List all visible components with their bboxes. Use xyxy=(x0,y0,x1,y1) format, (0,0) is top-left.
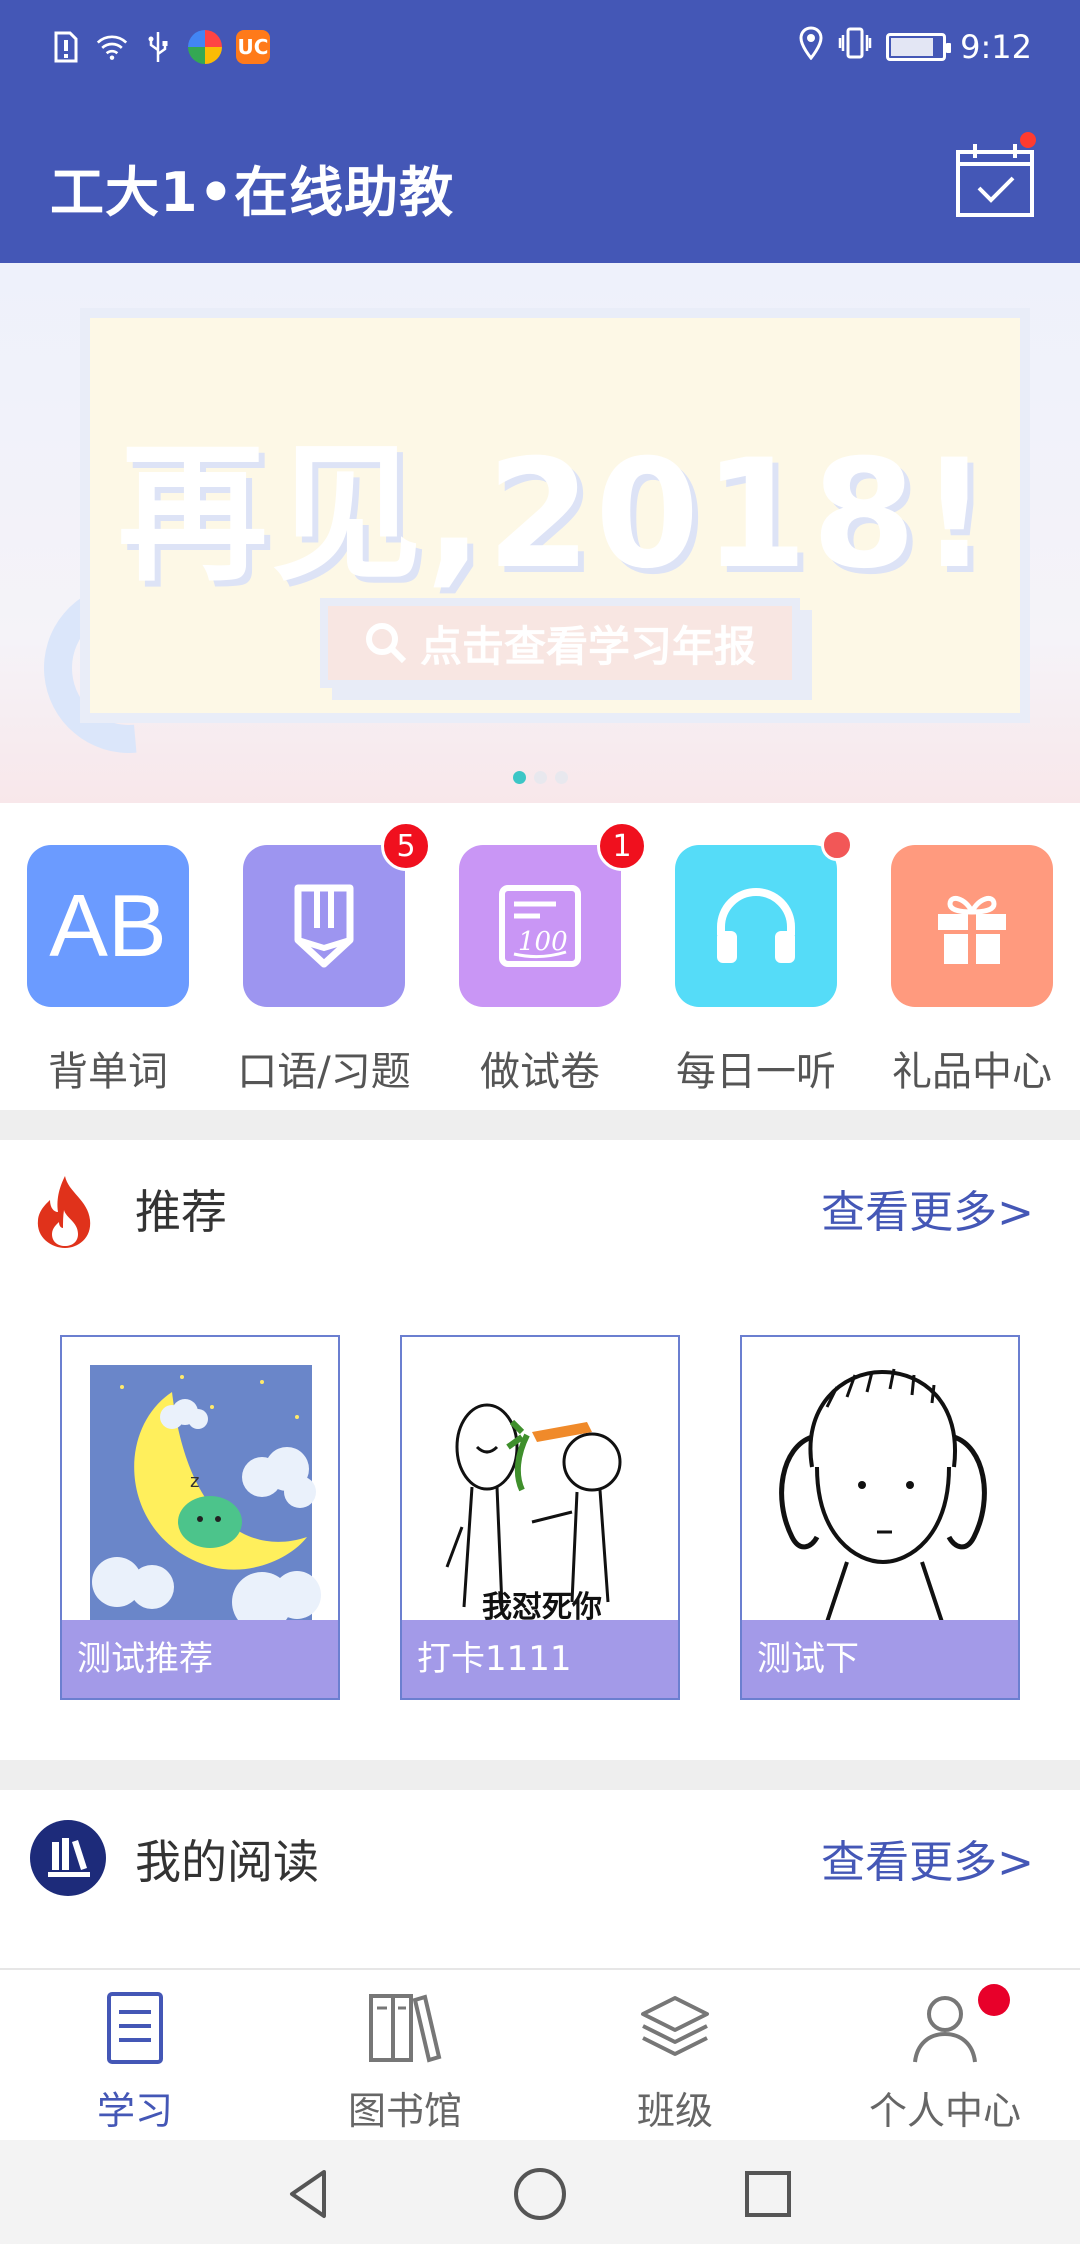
card-caption-text: 我怼死你 xyxy=(482,1590,602,1622)
annual-report-label: 点击查看学习年报 xyxy=(419,621,756,671)
nav-label: 图书馆 xyxy=(347,2089,462,2133)
wifi-icon xyxy=(96,31,128,63)
recommend-title: 推荐 xyxy=(135,1185,227,1239)
carousel-dot xyxy=(554,771,568,784)
ab-icon: AB xyxy=(49,876,167,975)
shortcut-daily-listening[interactable]: 每日一听 xyxy=(648,829,864,1097)
shortcut-vocabulary[interactable]: AB 背单词 xyxy=(0,845,216,1097)
study-list-icon xyxy=(107,1992,163,2064)
reading-more-link[interactable]: 查看更多> xyxy=(821,1826,1034,1890)
battery-icon xyxy=(886,33,952,61)
status-bar-left: UC xyxy=(50,30,270,64)
library-books-icon xyxy=(369,1994,442,2063)
shortcut-icon-tile: 100 1 xyxy=(459,821,647,1007)
banner-carousel[interactable]: 再见,2018! 点击查看学习年报 xyxy=(0,263,1080,803)
nav-tab-class[interactable]: 班级 xyxy=(540,1988,810,2135)
carousel-dot xyxy=(512,771,526,784)
headphones-icon xyxy=(717,888,795,963)
uc-app-icon: UC xyxy=(236,30,270,64)
reading-section-header: 我的阅读 查看更多> xyxy=(0,1790,1080,1965)
app-header: UC 9:12 工大1•在线助教 xyxy=(0,0,1080,263)
recommend-card[interactable]: 测试下 xyxy=(740,1335,1020,1700)
card-image-sketch-girl xyxy=(742,1337,1018,1622)
card-label: 测试下 xyxy=(742,1620,1018,1698)
nav-label: 班级 xyxy=(636,2089,713,2133)
notification-badge: 1 xyxy=(597,821,647,871)
shortcut-label: 每日一听 xyxy=(676,1049,836,1095)
nav-tab-profile[interactable]: 个人中心 xyxy=(810,1988,1080,2135)
svg-text:z: z xyxy=(190,1471,199,1492)
recommend-card[interactable]: 我怼死你 打卡1111 xyxy=(400,1335,680,1700)
shortcut-label: 背单词 xyxy=(48,1049,168,1095)
system-navigation-bar xyxy=(0,2140,1080,2244)
status-bar: UC 9:12 xyxy=(0,0,1080,100)
status-bar-right: 9:12 xyxy=(798,26,1032,68)
recommend-section-header: 推荐 查看更多> xyxy=(0,1140,1080,1260)
shortcut-gift-center[interactable]: 礼品中心 xyxy=(864,845,1080,1097)
card-label: 打卡1111 xyxy=(402,1620,678,1698)
nav-tab-study[interactable]: 学习 xyxy=(0,1988,270,2135)
layers-icon xyxy=(641,1996,709,2056)
card-label: 测试推荐 xyxy=(62,1620,338,1698)
section-divider xyxy=(0,1110,1080,1140)
search-icon xyxy=(365,623,407,664)
banner-headline: 再见,2018! xyxy=(117,428,993,602)
carousel-indicator xyxy=(0,771,1080,784)
shortcut-label: 口语/习题 xyxy=(237,1049,411,1095)
annual-report-button[interactable]: 点击查看学习年报 xyxy=(320,598,800,688)
card-image-meme-carrot: 我怼死你 xyxy=(402,1337,678,1622)
exam-paper-icon: 100 xyxy=(499,885,581,967)
browser-app-icon xyxy=(188,30,222,64)
recommend-list: z 测试推荐 我怼死你 打卡1111 测试下 xyxy=(0,1260,1080,1760)
nav-label: 学习 xyxy=(96,2089,173,2133)
fire-icon xyxy=(30,1174,106,1250)
status-time: 9:12 xyxy=(960,28,1032,66)
vibrate-icon xyxy=(838,26,872,68)
person-icon xyxy=(913,1996,977,2063)
gift-icon xyxy=(938,895,1006,964)
back-icon[interactable] xyxy=(280,2164,340,2224)
shortcut-icon-tile xyxy=(891,845,1053,1007)
recommend-more-link[interactable]: 查看更多> xyxy=(821,1176,1034,1240)
shortcut-speaking-exercises[interactable]: 5 口语/习题 xyxy=(216,821,432,1097)
shortcut-icon-tile: AB xyxy=(27,845,189,1007)
card-image-dragon-moon: z xyxy=(62,1337,338,1622)
location-icon xyxy=(798,26,824,68)
section-divider xyxy=(0,1760,1080,1790)
nav-label: 个人中心 xyxy=(868,2089,1021,2133)
alert-icon xyxy=(50,31,82,63)
banner-card: 再见,2018! 点击查看学习年报 xyxy=(80,308,1030,723)
battery-fill xyxy=(891,38,934,56)
profile-notification-dot xyxy=(978,1984,1010,2016)
nav-tab-library[interactable]: 图书馆 xyxy=(270,1988,540,2135)
recommend-card[interactable]: z 测试推荐 xyxy=(60,1335,340,1700)
reading-books-icon xyxy=(30,1820,106,1896)
notification-badge: 5 xyxy=(381,821,431,871)
bottom-navigation: 学习 图书馆 班级 个人中心 xyxy=(0,1968,1080,2140)
shortcut-grid: AB 背单词 5 口语/习题 100 1 做试卷 每日一听 礼品中心 xyxy=(0,805,1080,1110)
carousel-dot xyxy=(533,771,547,784)
shortcut-icon-tile: 5 xyxy=(243,821,431,1007)
shortcut-exam-paper[interactable]: 100 1 做试卷 xyxy=(432,821,648,1097)
notification-dot xyxy=(821,829,853,861)
home-icon[interactable] xyxy=(510,2164,570,2224)
checkin-button[interactable] xyxy=(955,142,1035,218)
pencil-icon xyxy=(294,884,354,968)
shortcut-label: 做试卷 xyxy=(480,1049,600,1095)
checkin-notification-dot xyxy=(1020,132,1036,148)
calendar-check-icon xyxy=(956,144,1034,217)
reading-title: 我的阅读 xyxy=(135,1835,319,1889)
shortcut-label: 礼品中心 xyxy=(892,1049,1052,1095)
recents-icon[interactable] xyxy=(738,2164,798,2224)
usb-icon xyxy=(142,31,174,63)
app-title: 工大1•在线助教 xyxy=(50,161,455,224)
shortcut-icon-tile xyxy=(675,829,853,1007)
